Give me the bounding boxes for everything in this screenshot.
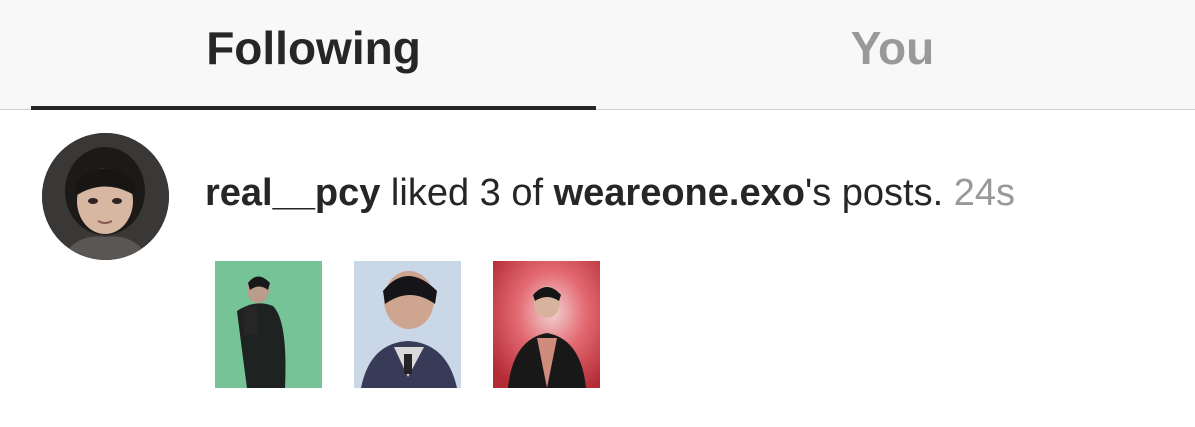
activity-description: real__pcy liked 3 of weareone.exo's post… — [205, 171, 1015, 215]
activity-tab-bar: Following You — [0, 0, 1195, 110]
activity-item[interactable]: real__pcy liked 3 of weareone.exo's post… — [0, 111, 1195, 427]
username-link[interactable]: real__pcy — [205, 172, 380, 214]
post-thumbnail-red-photo-icon — [493, 261, 600, 388]
post-thumbnail-blue-photo-icon — [354, 261, 461, 388]
post-owner-link[interactable]: weareone.exo — [554, 172, 805, 214]
active-tab-indicator — [31, 106, 596, 110]
post-thumbnail-3[interactable] — [493, 261, 600, 388]
user-avatar-icon — [42, 133, 169, 260]
avatar[interactable] — [42, 133, 169, 260]
action-text: liked 3 of — [380, 172, 554, 214]
post-thumbnail-green-photo-icon — [215, 261, 322, 388]
suffix-text: 's posts. — [804, 172, 954, 214]
tab-you[interactable]: You — [610, 0, 1175, 110]
tab-following[interactable]: Following — [31, 0, 596, 110]
post-thumbnail-1[interactable] — [215, 261, 322, 388]
timestamp: 24s — [953, 172, 1015, 214]
post-thumbnail-2[interactable] — [354, 261, 461, 388]
